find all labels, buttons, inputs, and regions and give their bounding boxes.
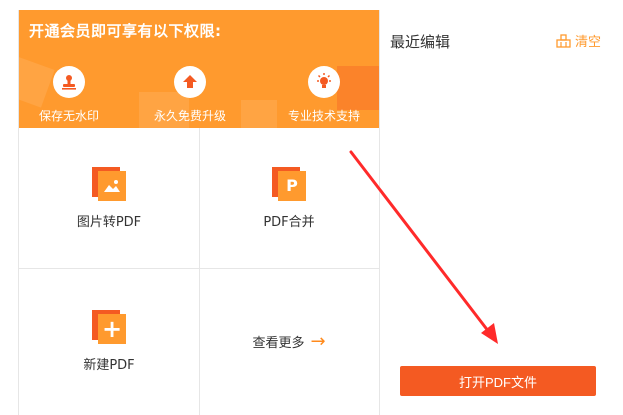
- tool-image-to-pdf[interactable]: 图片转PDF: [19, 128, 199, 268]
- recent-files-title: 最近编辑: [390, 33, 451, 51]
- vip-title: 开通会员即可享有以下权限:: [29, 22, 222, 40]
- view-more-label: 查看更多: [252, 336, 305, 351]
- tool-pdf-merge[interactable]: P PDF合并: [199, 128, 379, 268]
- tool-label: 新建PDF: [83, 358, 135, 373]
- tool-label: PDF合并: [263, 214, 315, 230]
- vip-banner[interactable]: 开通会员即可享有以下权限: 保存无水印 永久免费升级 专业技术支持: [19, 10, 379, 128]
- arrow-right-icon: →: [310, 331, 326, 352]
- benefit-tech-support: 专业技术支持: [269, 66, 379, 124]
- tool-new-pdf[interactable]: + 新建PDF: [19, 268, 199, 415]
- upgrade-arrow-icon: [174, 66, 206, 98]
- benefit-label: 专业技术支持: [287, 109, 360, 123]
- open-pdf-button[interactable]: 打开PDF文件: [400, 366, 596, 396]
- pdf-merge-icon: P: [272, 166, 306, 201]
- benefit-label: 保存无水印: [38, 109, 99, 123]
- clear-icon: [556, 33, 571, 48]
- benefit-free-upgrade: 永久免费升级: [135, 66, 245, 124]
- left-panel: 开通会员即可享有以下权限: 保存无水印 永久免费升级 专业技术支持 图片转PDF…: [18, 10, 380, 415]
- stamp-icon: [53, 66, 85, 98]
- benefit-no-watermark: 保存无水印: [19, 66, 124, 124]
- benefit-label: 永久免费升级: [153, 109, 226, 123]
- image-to-pdf-icon: [92, 166, 126, 201]
- view-more-link[interactable]: 查看更多 →: [199, 268, 379, 415]
- clear-label: 清空: [575, 35, 602, 50]
- clear-recent-button[interactable]: 清空: [556, 31, 601, 50]
- lightbulb-icon: [308, 66, 340, 98]
- new-pdf-icon: +: [92, 310, 126, 344]
- tool-label: 图片转PDF: [76, 214, 142, 230]
